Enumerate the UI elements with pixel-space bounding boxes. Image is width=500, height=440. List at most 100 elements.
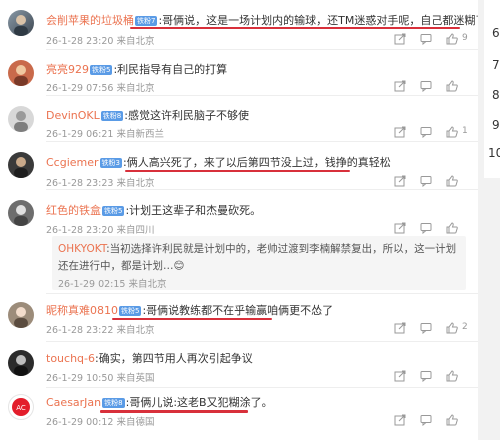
comment-time: 26-1-29 06:21 <box>46 129 114 140</box>
username[interactable]: Ccgiemer <box>46 156 99 169</box>
like-icon[interactable] <box>446 369 460 383</box>
comment-item: 亮亮929 铁粉5:利民指导有自己的打算 26-1-29 07:56 来自北京 <box>0 50 478 96</box>
share-icon[interactable] <box>394 125 408 139</box>
avatar[interactable] <box>8 302 34 328</box>
comment-item: 红色的铁盒 铁粉5:计划王这辈子和杰曼砍死。 26-1-28 23:20 来自四川… <box>0 190 478 294</box>
username[interactable]: 亮亮929 <box>46 63 89 76</box>
highlight-underline <box>112 318 272 320</box>
avatar[interactable] <box>8 10 34 36</box>
share-icon[interactable] <box>394 369 408 383</box>
fan-badge: 铁粉5 <box>90 65 113 75</box>
username[interactable]: 会削苹果的垃圾桶 <box>46 14 134 27</box>
comment-text: :确实，第四节用人再次引起争议 <box>94 352 253 365</box>
like-icon[interactable]: 1 <box>446 125 468 139</box>
comment-icon[interactable] <box>420 174 434 188</box>
reply-username[interactable]: OHKYOKT <box>58 243 106 255</box>
like-icon[interactable] <box>446 174 460 188</box>
comment-location: 来自英国 <box>116 373 155 384</box>
like-icon[interactable] <box>446 221 460 235</box>
like-count: 2 <box>462 322 468 332</box>
comment-location: 来自新西兰 <box>116 129 165 140</box>
comment-icon[interactable] <box>420 125 434 139</box>
like-count: 9 <box>462 33 468 43</box>
comment-time: 26-1-28 23:20 <box>46 225 114 236</box>
fan-badge: 铁粉5 <box>119 306 142 316</box>
fan-badge: 铁粉7 <box>135 16 158 26</box>
comment-time: 26-1-28 23:22 <box>46 325 114 336</box>
highlight-underline <box>130 27 460 29</box>
comment-icon[interactable] <box>420 221 434 235</box>
svg-text:AC: AC <box>16 404 26 412</box>
rank-number: 10 <box>488 146 500 160</box>
ranking-card: 6 7 8 9 10 <box>484 0 500 178</box>
username[interactable]: 红色的铁盒 <box>46 204 101 217</box>
like-count: 1 <box>462 126 468 136</box>
comment-time: 26-1-28 23:23 <box>46 178 114 189</box>
comment-icon[interactable] <box>420 413 434 427</box>
avatar[interactable] <box>8 152 34 178</box>
comment-text: :计划王这辈子和杰曼砍死。 <box>125 204 262 217</box>
rank-number: 6 <box>492 26 500 40</box>
share-icon[interactable] <box>394 221 408 235</box>
share-icon[interactable] <box>394 32 408 46</box>
comment-text: :哥俩说教练都不在乎输赢咱俩更不怂了 <box>142 304 334 317</box>
comment-item: DevinOKL 铁粉8:感觉这许利民脑子不够使 26-1-29 06:21 来自… <box>0 96 478 142</box>
rank-number: 8 <box>492 88 500 102</box>
fan-badge: 铁粉5 <box>102 206 125 216</box>
avatar[interactable] <box>8 60 34 86</box>
avatar[interactable] <box>8 200 34 226</box>
highlight-underline <box>100 410 248 413</box>
comment-icon[interactable] <box>420 32 434 46</box>
comment-time: 26-1-28 23:20 <box>46 36 114 47</box>
comment-time: 26-1-29 00:12 <box>46 417 114 428</box>
comment-item: AC CaesarJan 铁粉8:哥俩儿说:这老B又犯糊涂了。 26-1-29 0… <box>0 388 478 440</box>
fan-badge: 铁粉8 <box>102 398 125 408</box>
comment-icon[interactable] <box>420 79 434 93</box>
reply-location: 来自北京 <box>128 279 167 290</box>
share-icon[interactable] <box>394 174 408 188</box>
share-icon[interactable] <box>394 321 408 335</box>
reply-time: 26-1-29 02:15 <box>58 279 126 290</box>
comments-panel: 会削苹果的垃圾桶 铁粉7:哥俩说，这是一场计划内的输球，还TM迷惑对手呢，自己都迷… <box>0 0 478 440</box>
comment-location: 来自北京 <box>116 178 155 189</box>
reply-content: OHKYOKT:当初选择许利民就是计划中的，老帅过渡到李楠解禁复出，所以，这一计… <box>58 241 462 275</box>
rank-number: 9 <box>492 118 500 132</box>
comment-location: 来自德国 <box>116 417 155 428</box>
share-icon[interactable] <box>394 413 408 427</box>
comment-text: :利民指导有自己的打算 <box>113 63 228 76</box>
comment-text: :哥俩说，这是一场计划内的输球，还TM迷惑对手呢，自己都迷糊了😓 <box>158 14 478 27</box>
comment-item: 会削苹果的垃圾桶 铁粉7:哥俩说，这是一场计划内的输球，还TM迷惑对手呢，自己都迷… <box>0 0 478 50</box>
like-icon[interactable]: 2 <box>446 321 468 335</box>
fan-badge: 铁粉8 <box>100 111 124 121</box>
avatar[interactable] <box>8 350 34 376</box>
comment-time: 26-1-29 10:50 <box>46 373 114 384</box>
comment-location: 来自北京 <box>116 83 155 94</box>
comment-location: 来自北京 <box>116 325 155 336</box>
avatar[interactable] <box>8 106 34 132</box>
username[interactable]: CaesarJan <box>46 396 101 409</box>
comment-item: touchq-6:确实，第四节用人再次引起争议 26-1-29 10:50 来自… <box>0 342 478 388</box>
comment-location: 来自北京 <box>116 36 155 47</box>
highlight-underline <box>125 170 350 172</box>
username[interactable]: 昵称真难0810 <box>46 304 118 317</box>
comment-icon[interactable] <box>420 321 434 335</box>
comment-item: 昵称真难0810 铁粉5:哥俩说教练都不在乎输赢咱俩更不怂了 26-1-28 23… <box>0 294 478 342</box>
like-icon[interactable] <box>446 79 460 93</box>
comment-location: 来自四川 <box>116 225 155 236</box>
right-sidebar: 6 7 8 9 10 <box>478 0 500 440</box>
username[interactable]: DevinOKL <box>46 109 100 122</box>
comment-text: :俩人高兴死了，来了以后第四节没上过，钱挣的真轻松 <box>123 156 391 169</box>
fan-badge: 铁粉3 <box>99 158 123 168</box>
comment-text: :哥俩儿说:这老B又犯糊涂了。 <box>125 396 273 409</box>
comment-text: :感觉这许利民脑子不够使 <box>124 109 249 122</box>
rank-number: 7 <box>492 58 500 72</box>
like-icon[interactable] <box>446 413 460 427</box>
avatar[interactable]: AC <box>8 394 34 420</box>
like-icon[interactable]: 9 <box>446 32 468 46</box>
reply-text: :当初选择许利民就是计划中的，老帅过渡到李楠解禁复出，所以，这一计划还在进行中，… <box>58 243 457 272</box>
comment-time: 26-1-29 07:56 <box>46 83 114 94</box>
comment-icon[interactable] <box>420 369 434 383</box>
share-icon[interactable] <box>394 79 408 93</box>
username[interactable]: touchq-6 <box>46 352 95 365</box>
comment-item: Ccgiemer 铁粉3:俩人高兴死了，来了以后第四节没上过，钱挣的真轻松 26-… <box>0 142 478 190</box>
